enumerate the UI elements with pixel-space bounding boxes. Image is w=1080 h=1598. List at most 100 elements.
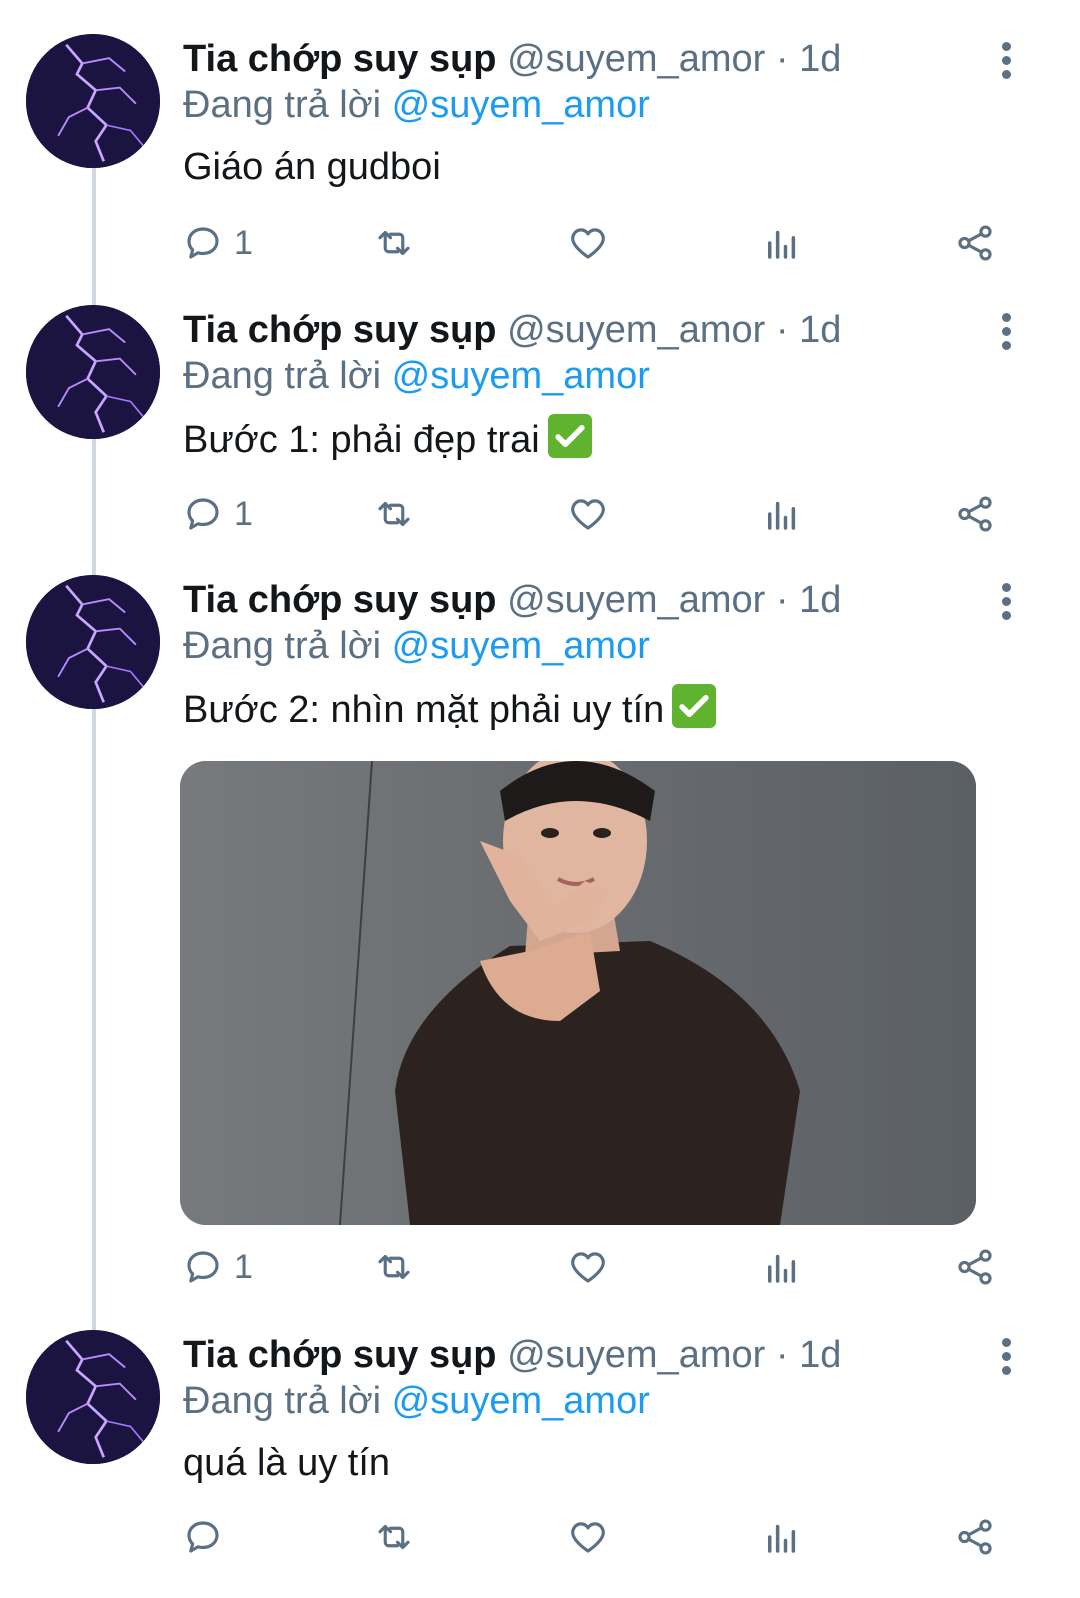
analytics-button[interactable] <box>761 1242 803 1292</box>
timestamp[interactable]: 1d <box>799 1334 841 1376</box>
reply-button[interactable]: 1 <box>182 489 253 539</box>
reply-count: 1 <box>234 223 253 262</box>
check-mark-icon <box>547 414 592 458</box>
retweet-button[interactable] <box>373 1242 415 1292</box>
analytics-button[interactable] <box>761 489 803 539</box>
separator: · <box>775 579 789 621</box>
avatar[interactable] <box>26 1330 160 1464</box>
share-icon <box>958 1519 992 1555</box>
lightning-avatar-image <box>26 305 160 439</box>
heart-icon <box>571 1252 605 1283</box>
heart-icon <box>571 1522 605 1553</box>
handle[interactable]: @suyem_amor <box>507 38 765 80</box>
tweet-text: Bước 1: phải đẹp trai <box>183 414 592 464</box>
action-bar: 1 <box>0 489 1080 539</box>
share-icon <box>958 225 992 261</box>
avatar[interactable] <box>26 34 160 168</box>
retweet-icon <box>378 501 410 527</box>
reply-context: Đang trả lời @suyem_amor <box>183 623 650 669</box>
photo-person-image <box>180 761 976 1225</box>
more-vertical-icon[interactable] <box>996 313 1016 353</box>
more-vertical-icon[interactable] <box>996 42 1016 82</box>
tweet-header: Tia chớp suy sụp @suyem_amor · 1d <box>183 36 841 82</box>
separator: · <box>775 1334 789 1376</box>
reply-context: Đang trả lời @suyem_amor <box>183 353 650 399</box>
handle[interactable]: @suyem_amor <box>507 579 765 621</box>
reply-prefix: Đang trả lời <box>183 355 382 397</box>
share-button[interactable] <box>954 218 996 268</box>
tweet-text-content: Bước 2: nhìn mặt phải uy tín <box>183 689 665 731</box>
avatar[interactable] <box>26 305 160 439</box>
mention-link[interactable]: @suyem_amor <box>392 1380 650 1422</box>
like-button[interactable] <box>567 1242 609 1292</box>
lightning-avatar-image <box>26 575 160 709</box>
separator: · <box>775 309 789 351</box>
tweet-photo[interactable] <box>180 761 976 1225</box>
tweet-header: Tia chớp suy sụp @suyem_amor · 1d <box>183 307 841 353</box>
like-button[interactable] <box>567 218 609 268</box>
handle[interactable]: @suyem_amor <box>507 309 765 351</box>
display-name[interactable]: Tia chớp suy sụp <box>183 309 497 351</box>
reply-button[interactable]: 1 <box>182 218 253 268</box>
action-bar: 1 <box>0 1242 1080 1292</box>
lightning-avatar-image <box>26 34 160 168</box>
analytics-icon <box>768 230 796 259</box>
analytics-icon <box>768 1254 796 1283</box>
share-button[interactable] <box>954 1512 996 1562</box>
tweet-text: Bước 2: nhìn mặt phải uy tín <box>183 684 717 734</box>
timestamp[interactable]: 1d <box>799 579 841 621</box>
reply-icon <box>187 1521 219 1553</box>
tweet-text-content: Bước 1: phải đẹp trai <box>183 419 540 461</box>
retweet-button[interactable] <box>373 218 415 268</box>
display-name[interactable]: Tia chớp suy sụp <box>183 579 497 621</box>
analytics-button[interactable] <box>761 218 803 268</box>
reply-icon <box>187 227 219 259</box>
retweet-button[interactable] <box>373 489 415 539</box>
reply-button[interactable] <box>182 1512 224 1562</box>
reply-prefix: Đang trả lời <box>183 625 382 667</box>
like-button[interactable] <box>567 489 609 539</box>
reply-button[interactable]: 1 <box>182 1242 253 1292</box>
reply-icon <box>187 498 219 530</box>
reply-prefix: Đang trả lời <box>183 84 382 126</box>
like-button[interactable] <box>567 1512 609 1562</box>
mention-link[interactable]: @suyem_amor <box>392 355 650 397</box>
action-bar <box>0 1512 1080 1562</box>
retweet-icon <box>378 230 410 256</box>
check-mark-icon <box>672 684 717 728</box>
share-icon <box>958 496 992 532</box>
tweet-header: Tia chớp suy sụp @suyem_amor · 1d <box>183 1332 841 1378</box>
tweet[interactable]: Tia chớp suy sụp @suyem_amor · 1d Đang t… <box>0 271 1080 541</box>
timestamp[interactable]: 1d <box>799 309 841 351</box>
tweet-text: Giáo án gudboi <box>183 146 441 188</box>
avatar[interactable] <box>26 575 160 709</box>
tweet-text: quá là uy tín <box>183 1442 391 1484</box>
tweet[interactable]: Tia chớp suy sụp @suyem_amor · 1d Đang t… <box>0 1296 1080 1598</box>
mention-link[interactable]: @suyem_amor <box>392 625 650 667</box>
reply-icon <box>187 1251 219 1283</box>
analytics-button[interactable] <box>761 1512 803 1562</box>
tweet-header: Tia chớp suy sụp @suyem_amor · 1d <box>183 577 841 623</box>
action-bar: 1 <box>0 218 1080 268</box>
display-name[interactable]: Tia chớp suy sụp <box>183 38 497 80</box>
reply-context: Đang trả lời @suyem_amor <box>183 1378 650 1424</box>
more-vertical-icon[interactable] <box>996 583 1016 623</box>
heart-icon <box>571 499 605 530</box>
retweet-icon <box>378 1254 410 1280</box>
tweet[interactable]: Tia chớp suy sụp @suyem_amor · 1d Đang t… <box>0 0 1080 270</box>
handle[interactable]: @suyem_amor <box>507 1334 765 1376</box>
display-name[interactable]: Tia chớp suy sụp <box>183 1334 497 1376</box>
heart-icon <box>571 228 605 259</box>
share-button[interactable] <box>954 1242 996 1292</box>
separator: · <box>775 38 789 80</box>
analytics-icon <box>768 501 796 530</box>
analytics-icon <box>768 1524 796 1553</box>
reply-prefix: Đang trả lời <box>183 1380 382 1422</box>
share-button[interactable] <box>954 489 996 539</box>
retweet-button[interactable] <box>373 1512 415 1562</box>
mention-link[interactable]: @suyem_amor <box>392 84 650 126</box>
reply-count: 1 <box>234 494 253 533</box>
timestamp[interactable]: 1d <box>799 38 841 80</box>
reply-count: 1 <box>234 1247 253 1286</box>
more-vertical-icon[interactable] <box>996 1338 1016 1378</box>
